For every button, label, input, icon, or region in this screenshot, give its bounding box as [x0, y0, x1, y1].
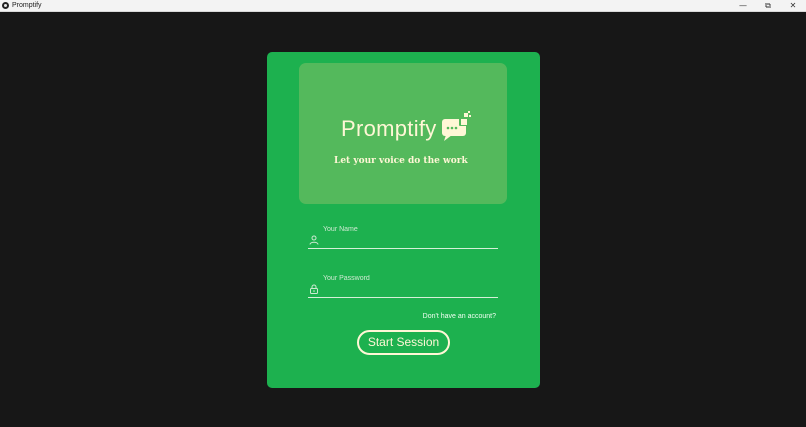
password-input[interactable]: [323, 269, 495, 287]
lock-icon: [310, 284, 318, 294]
brand-tagline: Let your voice do the work: [334, 156, 468, 166]
name-field[interactable]: [308, 220, 498, 249]
close-button[interactable]: ✕: [781, 0, 805, 11]
name-input[interactable]: [323, 220, 495, 238]
app-icon: [2, 2, 9, 9]
password-field[interactable]: [308, 269, 498, 298]
window-titlebar: Promptify — ⧉ ✕: [0, 0, 806, 12]
window-title: Promptify: [12, 2, 42, 9]
start-session-button[interactable]: Start Session: [357, 330, 450, 355]
brand-banner: Promptify Let your voice do the work: [299, 63, 507, 204]
brand-name: Promptify: [341, 116, 437, 141]
user-icon: [309, 235, 319, 245]
login-card: Promptify Let your voice do the work You…: [267, 52, 540, 388]
maximize-button[interactable]: ⧉: [756, 0, 780, 11]
minimize-button[interactable]: —: [731, 0, 755, 11]
chat-bubble-icon: [442, 111, 471, 141]
signup-link[interactable]: Don't have an account?: [423, 313, 496, 320]
